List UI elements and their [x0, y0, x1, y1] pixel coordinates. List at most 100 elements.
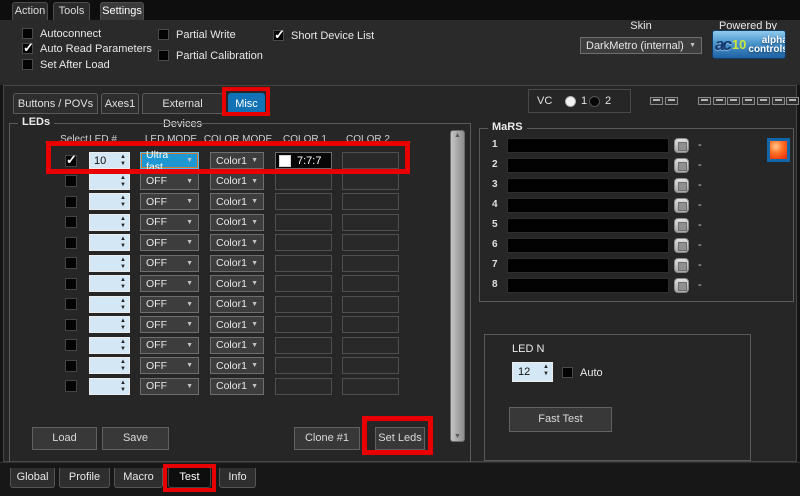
- led-select-checkbox[interactable]: [65, 380, 77, 392]
- menu-tab-action[interactable]: Action: [12, 2, 48, 20]
- led-number-spinner[interactable]: ▲ ▼: [89, 336, 130, 354]
- color1-field[interactable]: [275, 377, 332, 395]
- mars-value-field[interactable]: [507, 238, 669, 253]
- spinner-arrows-icon[interactable]: ▲ ▼: [120, 359, 126, 373]
- led-table-scrollbar[interactable]: [450, 130, 465, 442]
- indicator-dash-button[interactable]: [771, 97, 785, 105]
- set-leds-button[interactable]: Set Leds: [375, 427, 425, 450]
- led-select-checkbox[interactable]: [65, 195, 77, 208]
- led-number-spinner[interactable]: ▲ ▼: [89, 234, 130, 251]
- led-select-checkbox[interactable]: [65, 359, 77, 372]
- spinner-arrows-icon[interactable]: ▲ ▼: [543, 364, 549, 378]
- mars-check-button[interactable]: [674, 178, 689, 193]
- color1-field[interactable]: [275, 336, 332, 354]
- spinner-arrows-icon[interactable]: ▲ ▼: [120, 236, 126, 250]
- color1-field[interactable]: [275, 254, 332, 272]
- color2-field[interactable]: [342, 152, 399, 169]
- mars-value-field[interactable]: [507, 278, 669, 293]
- led-select-checkbox[interactable]: [65, 298, 77, 310]
- color2-field[interactable]: [342, 357, 399, 374]
- indicator-dash-button[interactable]: [727, 97, 741, 105]
- mars-value-field[interactable]: [507, 218, 669, 233]
- indicator-dash-button[interactable]: [712, 97, 726, 105]
- led-number-spinner[interactable]: ▲ ▼: [89, 377, 130, 395]
- checkbox-set-after-load[interactable]: Set After Load: [22, 58, 110, 71]
- mars-value-field[interactable]: [507, 178, 669, 193]
- color-mode-select[interactable]: Color1 ▼: [210, 172, 264, 190]
- mars-check-button[interactable]: [674, 158, 689, 173]
- led-mode-select[interactable]: OFF ▼: [140, 234, 199, 251]
- mars-value-field[interactable]: [507, 158, 669, 173]
- color2-field[interactable]: [342, 193, 399, 210]
- mars-check-button[interactable]: [674, 198, 689, 213]
- led-select-checkbox[interactable]: [65, 216, 77, 228]
- mars-check-button[interactable]: [674, 278, 689, 293]
- led-mode-select[interactable]: OFF ▼: [140, 213, 199, 231]
- led-number-spinner[interactable]: 10 ▲ ▼: [89, 152, 130, 169]
- tab-profile[interactable]: Profile: [59, 468, 110, 488]
- led-mode-select[interactable]: OFF ▼: [140, 336, 199, 354]
- spinner-arrows-icon[interactable]: ▲ ▼: [120, 175, 126, 189]
- skin-dropdown[interactable]: DarkMetro (internal) ▼: [580, 37, 702, 54]
- led-mode-select[interactable]: OFF ▼: [140, 275, 199, 292]
- tab-misc[interactable]: Misc: [228, 93, 265, 114]
- fast-test-button[interactable]: Fast Test: [509, 407, 612, 432]
- spinner-arrows-icon[interactable]: ▲ ▼: [120, 298, 126, 312]
- clone-button[interactable]: Clone #1: [294, 427, 360, 450]
- color1-field[interactable]: [275, 172, 332, 190]
- led-mode-select[interactable]: OFF ▼: [140, 254, 199, 272]
- color1-field[interactable]: [275, 275, 332, 292]
- mars-check-button[interactable]: [674, 258, 689, 273]
- checkbox-auto[interactable]: Auto: [562, 366, 603, 379]
- menu-tab-settings[interactable]: Settings: [100, 2, 144, 20]
- checkbox-partial-write[interactable]: Partial Write: [158, 28, 236, 41]
- color2-field[interactable]: [342, 254, 399, 272]
- led-mode-select[interactable]: Ultra fast ▼: [140, 149, 199, 173]
- indicator-dash-button[interactable]: [756, 97, 770, 105]
- color2-field[interactable]: [342, 336, 399, 354]
- mars-check-button[interactable]: [674, 138, 689, 153]
- tab-buttons-povs[interactable]: Buttons / POVs: [13, 93, 98, 114]
- spinner-arrows-icon[interactable]: ▲ ▼: [120, 154, 126, 168]
- led-mode-select[interactable]: OFF ▼: [140, 316, 199, 333]
- color1-field[interactable]: [275, 234, 332, 251]
- checkbox-partial-calibration[interactable]: Partial Calibration: [158, 49, 263, 62]
- indicator-dash-button[interactable]: [650, 97, 663, 105]
- led-number-spinner[interactable]: ▲ ▼: [89, 357, 130, 374]
- tab-global[interactable]: Global: [10, 468, 55, 488]
- load-button[interactable]: Load: [32, 427, 97, 450]
- color2-field[interactable]: [342, 213, 399, 231]
- spinner-arrows-icon[interactable]: ▲ ▼: [120, 257, 126, 271]
- led-number-spinner[interactable]: ▲ ▼: [89, 316, 130, 333]
- checkbox-short-device-list[interactable]: Short Device List: [273, 27, 374, 43]
- indicator-dash-button[interactable]: [742, 97, 756, 105]
- color-mode-select[interactable]: Color1 ▼: [210, 377, 264, 395]
- led-mode-select[interactable]: OFF ▼: [140, 357, 199, 374]
- color1-field[interactable]: [275, 193, 332, 210]
- color2-field[interactable]: [342, 234, 399, 251]
- tab-macro[interactable]: Macro: [114, 468, 163, 488]
- mars-check-button[interactable]: [674, 238, 689, 253]
- tab-info[interactable]: Info: [219, 468, 256, 488]
- spinner-arrows-icon[interactable]: ▲ ▼: [120, 277, 126, 291]
- led-select-checkbox[interactable]: [65, 175, 77, 187]
- color1-field[interactable]: [275, 316, 332, 333]
- led-number-spinner[interactable]: ▲ ▼: [89, 275, 130, 292]
- indicator-dash-button[interactable]: [665, 97, 678, 105]
- led-mode-select[interactable]: OFF ▼: [140, 193, 199, 210]
- tab-axes1[interactable]: Axes1: [101, 93, 139, 114]
- color-mode-select[interactable]: Color1 ▼: [210, 275, 264, 292]
- tab-test[interactable]: Test: [168, 468, 211, 488]
- led-select-checkbox[interactable]: [65, 257, 77, 269]
- mars-value-field[interactable]: [507, 138, 669, 153]
- mars-value-field[interactable]: [507, 258, 669, 273]
- checkbox-auto-read-parameters[interactable]: Auto Read Parameters: [22, 40, 152, 56]
- color1-field[interactable]: [275, 295, 332, 313]
- led-number-spinner[interactable]: ▲ ▼: [89, 172, 130, 190]
- vc-radio-1[interactable]: [565, 96, 576, 107]
- led-select-checkbox[interactable]: [65, 236, 77, 249]
- led-number-spinner[interactable]: ▲ ▼: [89, 193, 130, 210]
- indicator-dash-button[interactable]: [698, 97, 711, 105]
- spinner-arrows-icon[interactable]: ▲ ▼: [120, 216, 126, 230]
- vc-radio-2[interactable]: [589, 96, 600, 107]
